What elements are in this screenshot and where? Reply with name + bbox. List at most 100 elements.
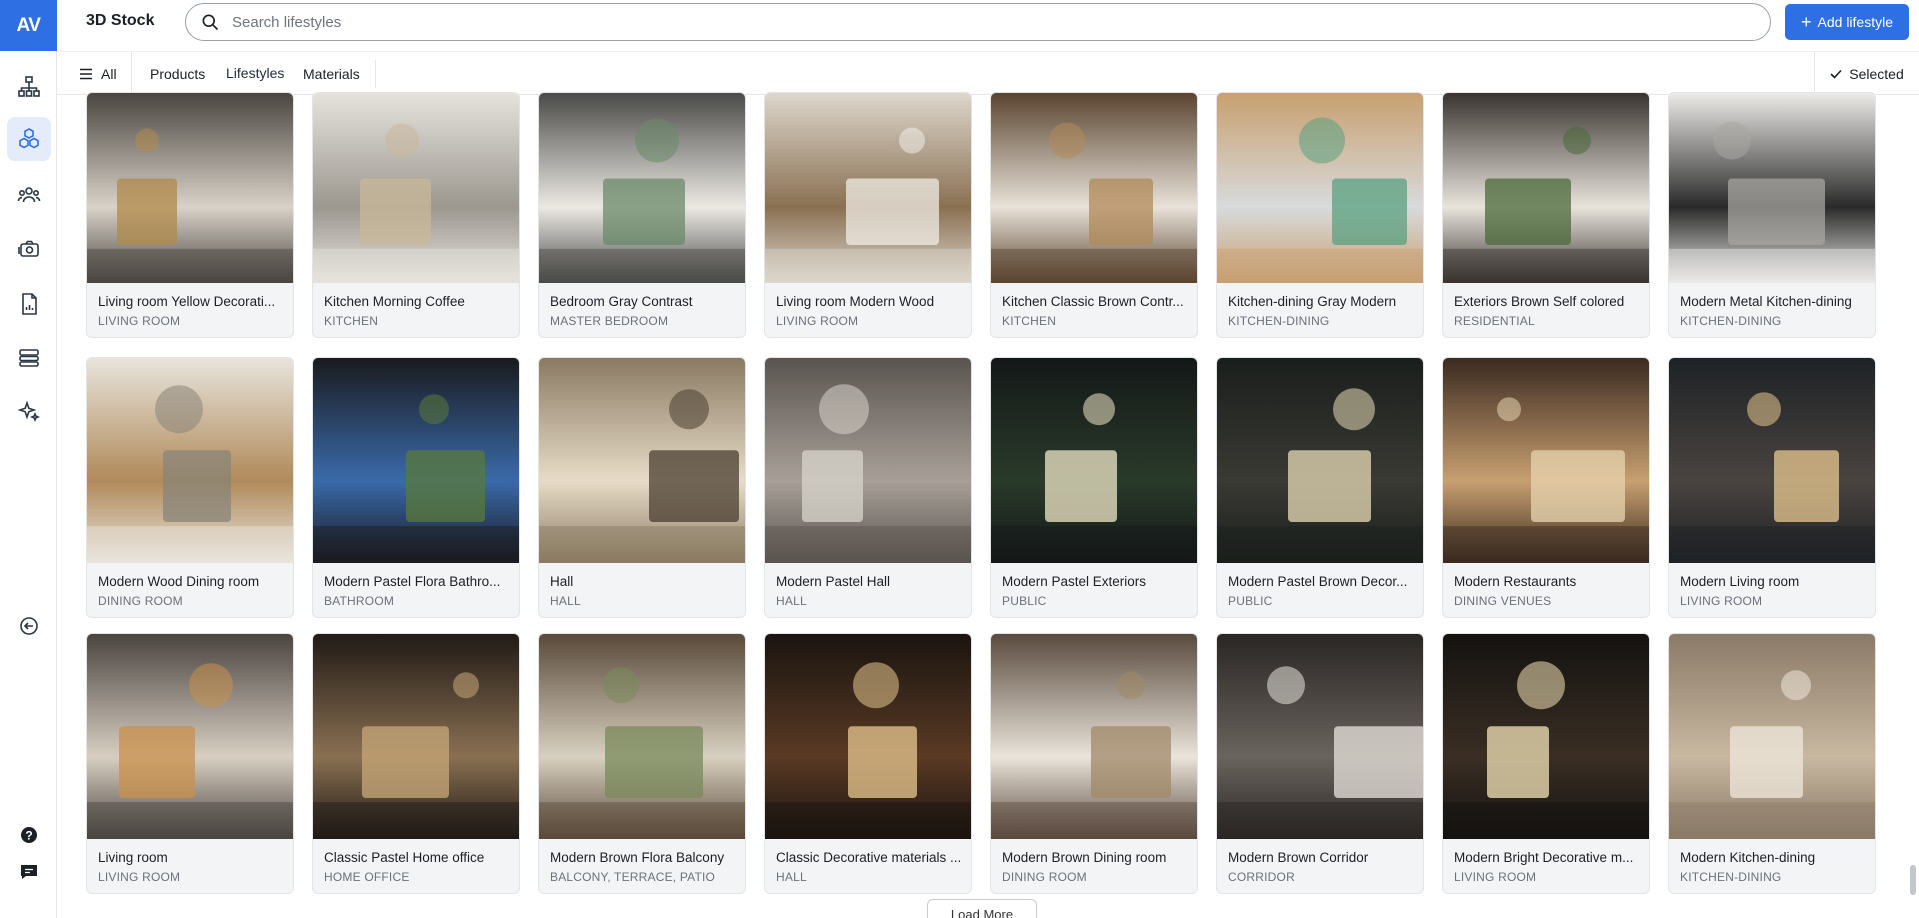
lifestyle-thumbnail[interactable] (1217, 93, 1424, 283)
chat-icon[interactable] (7, 850, 51, 894)
card-category: CORRIDOR (1228, 870, 1295, 884)
lifestyle-card[interactable]: Living room Modern Wood LIVING ROOM (764, 92, 972, 338)
search-icon (202, 14, 219, 31)
lifestyle-card[interactable]: Living room LIVING ROOM (86, 633, 294, 894)
card-title: Exteriors Brown Self colored (1454, 294, 1625, 309)
tab-lifestyles[interactable]: Lifestyles (226, 52, 285, 95)
selected-label: Selected (1849, 65, 1904, 82)
lifestyle-card[interactable]: Bedroom Gray Contrast MASTER BEDROOM (538, 92, 746, 338)
lifestyle-thumbnail[interactable] (1443, 93, 1650, 283)
lifestyle-card[interactable]: Modern Brown Corridor CORRIDOR (1216, 633, 1424, 894)
lifestyle-card[interactable]: Modern Brown Flora Balcony BALCONY, TERRA… (538, 633, 746, 894)
lifestyle-thumbnail[interactable] (765, 93, 972, 283)
search-box[interactable] (185, 3, 1771, 41)
page-title: 3D Stock (86, 12, 155, 29)
tab-materials[interactable]: Materials (303, 52, 360, 95)
card-category: KITCHEN (1002, 314, 1057, 328)
lifestyle-card[interactable]: Kitchen-dining Gray Modern KITCHEN-DINING (1216, 92, 1424, 338)
lifestyle-thumbnail[interactable] (1669, 93, 1876, 283)
lifestyle-card[interactable]: Modern Pastel Exteriors PUBLIC (990, 357, 1198, 618)
scrollbar-thumb[interactable] (1910, 865, 1916, 895)
card-category: LIVING ROOM (98, 870, 181, 884)
lifestyle-thumbnail[interactable] (87, 93, 294, 283)
load-more-label: Load More (950, 907, 1014, 918)
card-title: Modern Pastel Exteriors (1002, 574, 1147, 589)
tabs-divider (375, 60, 376, 88)
card-title: Hall (550, 574, 574, 589)
app-root: AV ? 3D Stock Search lifestyles + Add li… (0, 0, 1919, 918)
cubes-icon[interactable] (7, 117, 51, 161)
lifestyle-thumbnail[interactable] (1669, 358, 1876, 563)
lifestyle-card[interactable]: Modern Kitchen-dining KITCHEN-DINING (1668, 633, 1876, 894)
lifestyle-thumbnail[interactable] (765, 634, 972, 839)
lifestyle-card[interactable]: Exteriors Brown Self colored RESIDENTIAL (1442, 92, 1650, 338)
card-category: HOME OFFICE (324, 870, 410, 884)
lifestyle-thumbnail[interactable] (1217, 358, 1424, 563)
lifestyle-card[interactable]: Modern Brown Dining room DINING ROOM (990, 633, 1198, 894)
card-category: LIVING ROOM (98, 314, 181, 328)
plus-icon: + (1801, 12, 1812, 32)
database-icon[interactable] (7, 336, 51, 380)
lifestyle-card[interactable]: Kitchen Morning Coffee KITCHEN (312, 92, 520, 338)
tab-products[interactable]: Products (150, 52, 205, 95)
lifestyle-thumbnail[interactable] (87, 358, 294, 563)
lifestyle-thumbnail[interactable] (313, 634, 520, 839)
tab-all[interactable]: All (79, 52, 132, 95)
card-title: Modern Living room (1680, 574, 1800, 589)
card-category: KITCHEN (324, 314, 379, 328)
lifestyle-thumbnail[interactable] (991, 634, 1198, 839)
sparkle-icon[interactable] (7, 390, 51, 434)
card-category: HALL (550, 594, 581, 608)
lifestyle-card[interactable]: Hall HALL (538, 357, 746, 618)
report-icon[interactable] (7, 282, 51, 326)
lifestyle-thumbnail[interactable] (1217, 634, 1424, 839)
app-logo[interactable]: AV (0, 0, 57, 51)
card-title: Modern Brown Dining room (1002, 850, 1167, 865)
lifestyle-card[interactable]: Classic Decorative materials ... HALL (764, 633, 972, 894)
search-input[interactable] (232, 13, 1732, 31)
lifestyle-thumbnail[interactable] (1669, 634, 1876, 839)
lifestyle-card[interactable]: Modern Bright Decorative m... LIVING ROOM (1442, 633, 1650, 894)
users-icon[interactable] (7, 173, 51, 217)
lifestyle-thumbnail[interactable] (539, 93, 746, 283)
lifestyle-thumbnail[interactable] (539, 634, 746, 839)
lifestyle-thumbnail[interactable] (765, 358, 972, 563)
add-lifestyle-button[interactable]: + Add lifestyle (1785, 4, 1909, 40)
scrollbar[interactable] (1908, 95, 1918, 918)
lifestyle-thumbnail[interactable] (313, 358, 520, 563)
card-category: HALL (776, 594, 807, 608)
lifestyle-thumbnail[interactable] (313, 93, 520, 283)
card-title: Kitchen-dining Gray Modern (1228, 294, 1397, 309)
card-title: Classic Decorative materials ... (776, 850, 962, 865)
hierarchy-icon[interactable] (7, 65, 51, 109)
lifestyle-card[interactable]: Modern Metal Kitchen-dining KITCHEN-DININ… (1668, 92, 1876, 338)
collapse-icon[interactable] (7, 604, 51, 648)
lifestyle-card[interactable]: Kitchen Classic Brown Contr... KITCHEN (990, 92, 1198, 338)
card-title: Living room Yellow Decorati... (98, 294, 276, 309)
lifestyle-card[interactable]: Living room Yellow Decorati... LIVING ROO… (86, 92, 294, 338)
card-title: Modern Wood Dining room (98, 574, 260, 589)
card-category: LIVING ROOM (776, 314, 859, 328)
lifestyle-thumbnail[interactable] (87, 634, 294, 839)
card-title: Modern Pastel Brown Decor... (1228, 574, 1408, 589)
lifestyle-thumbnail[interactable] (539, 358, 746, 563)
check-icon (1830, 69, 1842, 79)
lifestyle-card[interactable]: Modern Living room LIVING ROOM (1668, 357, 1876, 618)
lifestyle-card[interactable]: Modern Pastel Flora Bathro... BATHROOM (312, 357, 520, 618)
lifestyle-card[interactable]: Modern Pastel Hall HALL (764, 357, 972, 618)
lifestyle-card[interactable]: Classic Pastel Home office HOME OFFICE (312, 633, 520, 894)
lifestyle-thumbnail[interactable] (1443, 634, 1650, 839)
lifestyle-card[interactable]: Modern Wood Dining room DINING ROOM (86, 357, 294, 618)
tabs-bar: All Products Lifestyles Materials Select… (57, 51, 1919, 95)
lifestyle-card[interactable]: Modern Pastel Brown Decor... PUBLIC (1216, 357, 1424, 618)
selected-filter-button[interactable]: Selected (1814, 52, 1919, 95)
lifestyle-thumbnail[interactable] (1443, 358, 1650, 563)
camera-icon[interactable] (7, 227, 51, 271)
svg-text:?: ? (25, 829, 32, 843)
add-lifestyle-label: Add lifestyle (1817, 14, 1893, 30)
card-category: KITCHEN-DINING (1228, 314, 1330, 328)
lifestyle-thumbnail[interactable] (991, 358, 1198, 563)
load-more-button[interactable]: Load More (927, 899, 1037, 918)
lifestyle-card[interactable]: Modern Restaurants DINING VENUES (1442, 357, 1650, 618)
lifestyle-thumbnail[interactable] (991, 93, 1198, 283)
